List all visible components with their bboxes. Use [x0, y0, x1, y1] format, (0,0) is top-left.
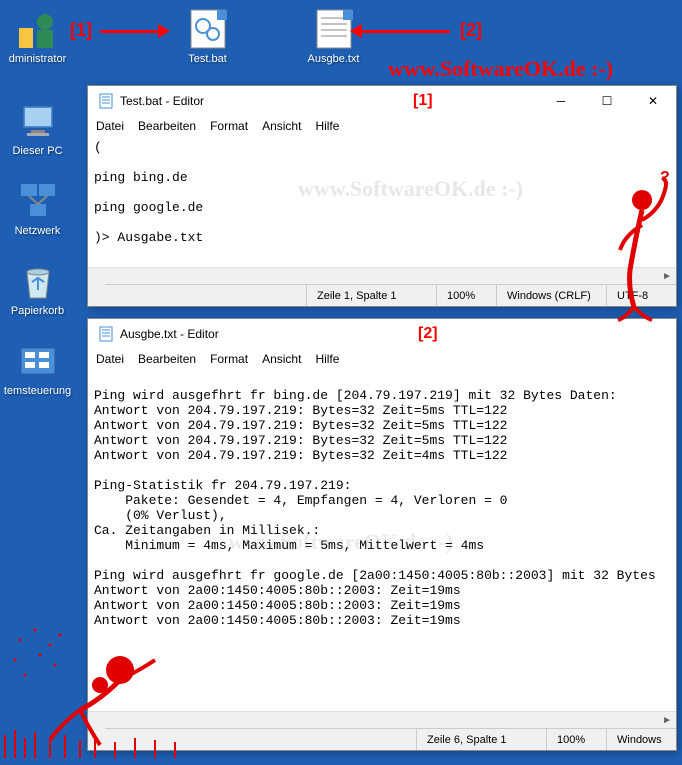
annotation-1-top: [1] [70, 20, 92, 41]
menu-ansicht[interactable]: Ansicht [262, 119, 301, 133]
recycle-bin-icon [17, 260, 59, 302]
close-button[interactable]: ✕ [630, 86, 676, 116]
status-eol: Windows (CRLF) [496, 285, 606, 306]
icon-label: dministrator [0, 53, 75, 65]
status-pos: Zeile 6, Spalte 1 [416, 729, 546, 750]
status-bar: Zeile 6, Spalte 1 100% Windows [88, 728, 676, 750]
watermark-top: www.SoftwareOK.de :-) [388, 56, 613, 82]
desktop-icon-systemsteuerung[interactable]: temsteuerung [0, 340, 75, 397]
menu-bar: Datei Bearbeiten Format Ansicht Hilfe [88, 349, 676, 369]
menu-bar: Datei Bearbeiten Format Ansicht Hilfe [88, 116, 676, 136]
icon-label: Test.bat [170, 53, 245, 65]
icon-label: Papierkorb [0, 305, 75, 317]
window-title: Ausgbe.txt - Editor [120, 327, 672, 341]
icon-label: Ausgbe.txt [296, 53, 371, 65]
control-panel-icon [17, 340, 59, 382]
annotation-2-top: [2] [460, 20, 482, 41]
txt-file-icon [313, 8, 355, 50]
status-eol: Windows [606, 729, 676, 750]
title-bar[interactable]: Test.bat - Editor ─ ☐ ✕ [88, 86, 676, 116]
desktop-icon-dieserpc[interactable]: Dieser PC [0, 100, 75, 157]
icon-label: temsteuerung [0, 385, 75, 397]
status-enc: UTF-8 [606, 285, 676, 306]
editor-window-1: Test.bat - Editor ─ ☐ ✕ [1] Datei Bearbe… [87, 85, 677, 307]
menu-datei[interactable]: Datei [96, 352, 124, 366]
scroll-left-icon[interactable]: ◄ [92, 271, 102, 282]
this-pc-icon [17, 100, 59, 142]
icon-label: Netzwerk [0, 225, 75, 237]
menu-bearbeiten[interactable]: Bearbeiten [138, 352, 196, 366]
desktop-icon-netzwerk[interactable]: Netzwerk [0, 180, 75, 237]
menu-format[interactable]: Format [210, 119, 248, 133]
user-admin-icon [17, 8, 59, 50]
menu-ansicht[interactable]: Ansicht [262, 352, 301, 366]
status-bar: Zeile 1, Spalte 1 100% Windows (CRLF) UT… [88, 284, 676, 306]
editor-content[interactable]: Ping wird ausgefhrt fr bing.de [204.79.1… [88, 369, 676, 711]
menu-bearbeiten[interactable]: Bearbeiten [138, 119, 196, 133]
editor-content[interactable]: ( ping bing.de ping google.de )> Ausgabe… [88, 136, 676, 267]
minimize-button[interactable]: ─ [538, 86, 584, 116]
desktop-icon-administrator[interactable]: dministrator [0, 8, 75, 65]
annotation-1-window: [1] [413, 92, 433, 110]
menu-format[interactable]: Format [210, 352, 248, 366]
bat-file-icon [187, 8, 229, 50]
menu-hilfe[interactable]: Hilfe [315, 352, 339, 366]
status-zoom: 100% [436, 285, 496, 306]
title-bar[interactable]: Ausgbe.txt - Editor [88, 319, 676, 349]
menu-datei[interactable]: Datei [96, 119, 124, 133]
maximize-button[interactable]: ☐ [584, 86, 630, 116]
arrow-right-icon [100, 30, 160, 33]
desktop-icon-papierkorb[interactable]: Papierkorb [0, 260, 75, 317]
annotation-2-window: [2] [418, 325, 438, 343]
scroll-right-icon[interactable]: ► [662, 715, 672, 726]
desktop-icon-testbat[interactable]: Test.bat [170, 8, 245, 65]
scroll-right-icon[interactable]: ► [662, 271, 672, 282]
menu-hilfe[interactable]: Hilfe [315, 119, 339, 133]
horizontal-scrollbar[interactable]: ◄ ► [88, 711, 676, 728]
icon-label: Dieser PC [0, 145, 75, 157]
arrow-left-icon [360, 30, 450, 33]
network-icon [17, 180, 59, 222]
notepad-icon [98, 326, 114, 342]
horizontal-scrollbar[interactable]: ◄ ► [88, 267, 676, 284]
scroll-left-icon[interactable]: ◄ [92, 715, 102, 726]
editor-window-2: Ausgbe.txt - Editor [2] Datei Bearbeiten… [87, 318, 677, 751]
status-zoom: 100% [546, 729, 606, 750]
status-pos: Zeile 1, Spalte 1 [306, 285, 436, 306]
notepad-icon [98, 93, 114, 109]
